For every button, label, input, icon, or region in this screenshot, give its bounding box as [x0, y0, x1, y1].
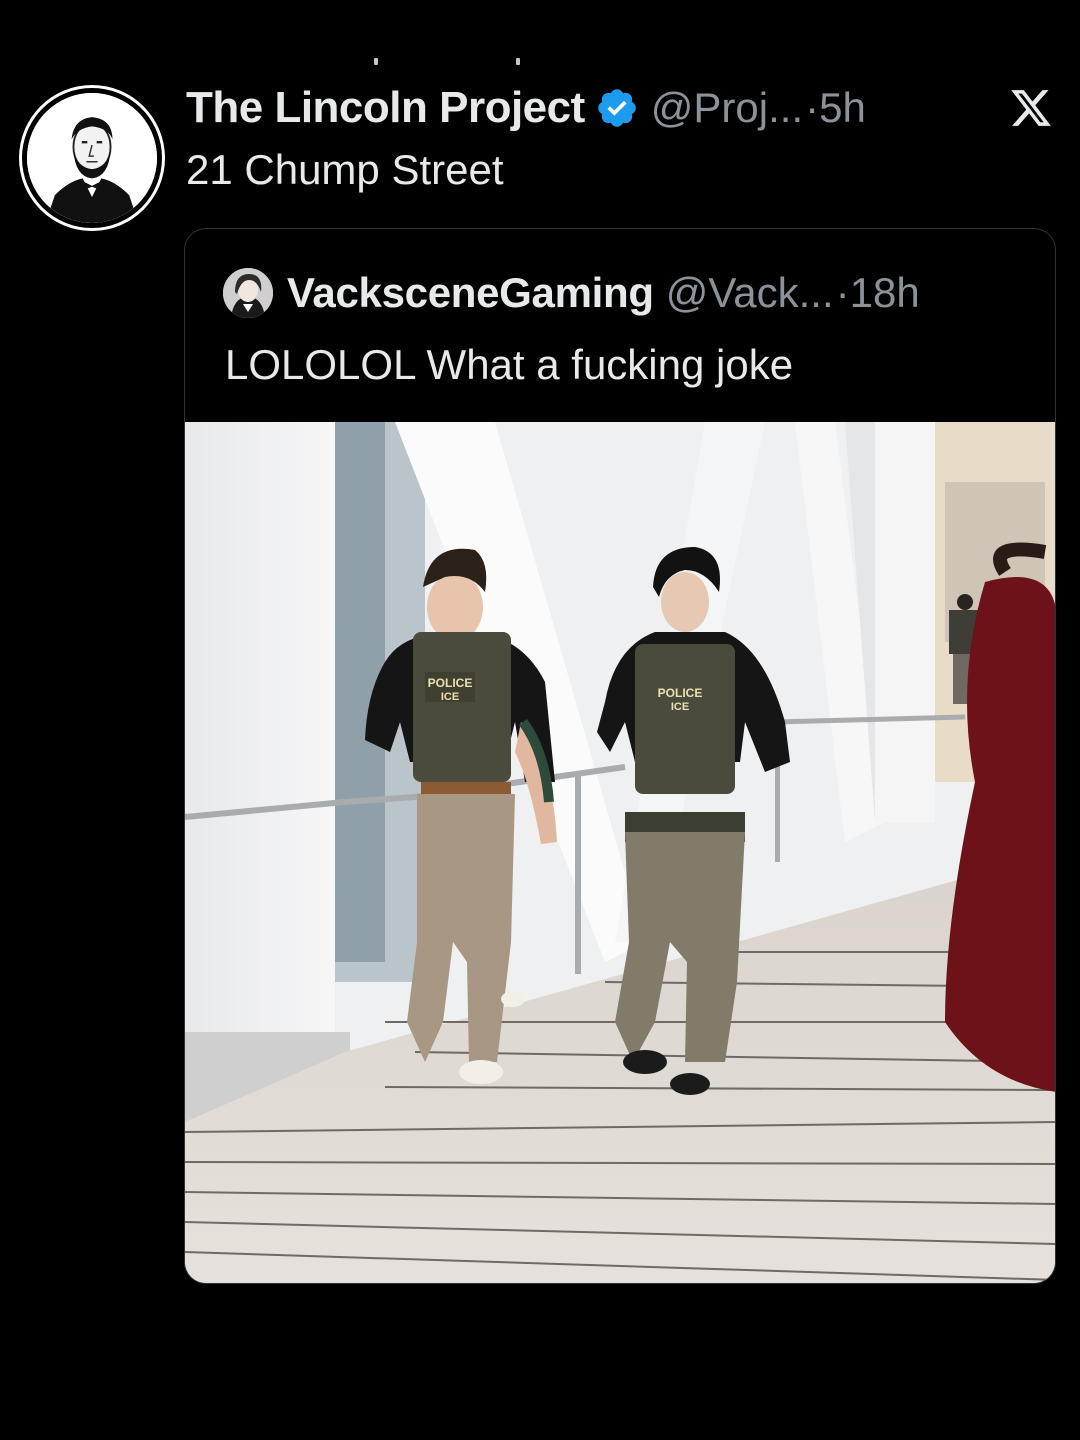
separator-dot: · [835, 269, 850, 316]
quoted-tweet-text: LOLOLOL What a fucking joke [225, 341, 794, 388]
share-screen: The Lincoln Project @Proj... · 5h 21 Chu… [0, 0, 1080, 1440]
quoted-tweet-header: VacksceneGaming @Vack... · 18h [223, 268, 1043, 318]
patch-police-text: POLICE [428, 676, 473, 690]
patch-ice-text-2: ICE [671, 701, 689, 713]
quoted-author-avatar[interactable] [223, 268, 273, 318]
author-avatar[interactable] [22, 88, 162, 228]
anime-character-avatar-icon [223, 268, 273, 318]
patch-ice-text: ICE [441, 691, 459, 703]
verified-badge-icon [595, 86, 639, 130]
quoted-author-display-name[interactable]: VacksceneGaming [287, 269, 654, 317]
patch-police-text-2: POLICE [658, 686, 703, 700]
lincoln-portrait-icon [27, 93, 157, 223]
tweet-header: The Lincoln Project @Proj... · 5h [186, 80, 946, 136]
author-display-name[interactable]: The Lincoln Project [186, 83, 585, 133]
status-indicator [0, 58, 1080, 70]
quoted-author-handle[interactable]: @Vack... [666, 269, 834, 317]
quoted-tweet-card[interactable]: VacksceneGaming @Vack... · 18h LOLOLOL W… [184, 228, 1056, 1284]
quoted-tweet-photo[interactable]: POLICE ICE POLICE ICE [185, 422, 1055, 1283]
separator-dot: · [805, 84, 820, 131]
tweet-timestamp[interactable]: 5h [819, 84, 866, 132]
quoted-tweet-timestamp[interactable]: 18h [850, 269, 920, 317]
author-handle[interactable]: @Proj... [651, 84, 803, 132]
x-logo-icon [1008, 86, 1054, 130]
tweet-text: 21 Chump Street [186, 146, 504, 193]
